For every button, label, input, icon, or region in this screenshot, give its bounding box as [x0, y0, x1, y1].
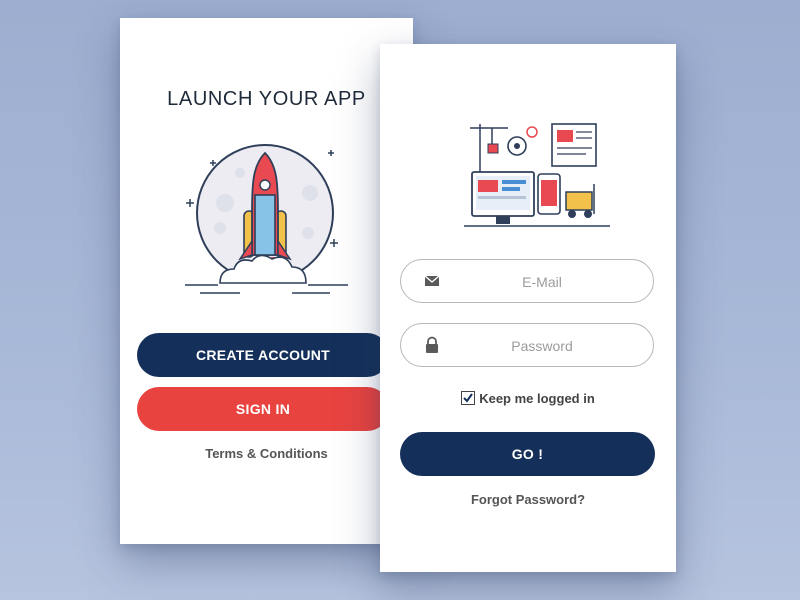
terms-link[interactable]: Terms & Conditions: [120, 446, 413, 461]
email-input[interactable]: [451, 268, 633, 296]
lock-icon: [426, 336, 438, 353]
keep-logged-in-checkbox[interactable]: [461, 391, 476, 405]
launch-title: LAUNCH YOUR APP: [167, 88, 366, 110]
app-development-tools-illustration: [464, 123, 610, 227]
rocket-illustration: [185, 144, 348, 294]
sign-in-button[interactable]: SIGN IN: [137, 387, 389, 431]
welcome-card: LAUNCH YOUR APP CREATE ACCOUNT SIGN IN T…: [120, 18, 413, 544]
keep-logged-in-row[interactable]: Keep me logged in: [380, 391, 676, 406]
keep-logged-in-label: Keep me logged in: [479, 391, 595, 406]
envelope-icon: [424, 275, 440, 286]
password-input[interactable]: [451, 332, 633, 360]
go-button[interactable]: GO !: [400, 432, 655, 476]
checkmark-icon: [463, 393, 474, 403]
forgot-password-link[interactable]: Forgot Password?: [380, 492, 676, 507]
create-account-button[interactable]: CREATE ACCOUNT: [137, 333, 389, 377]
email-field[interactable]: [400, 259, 654, 303]
login-card: Keep me logged in GO ! Forgot Password?: [380, 44, 676, 572]
password-field[interactable]: [400, 323, 654, 367]
